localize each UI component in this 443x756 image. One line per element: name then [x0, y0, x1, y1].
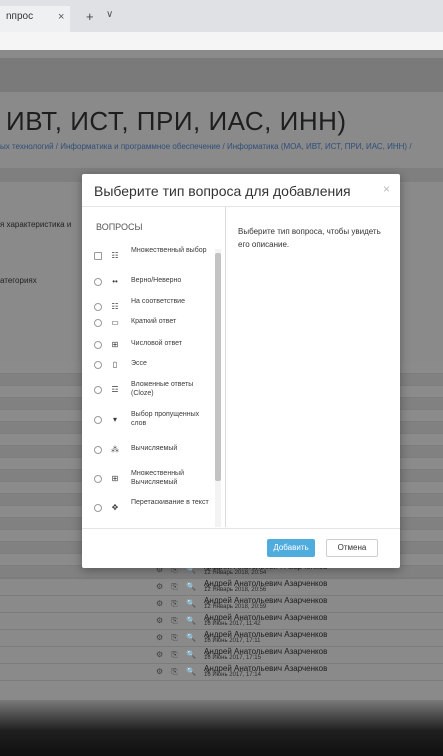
question-type-label: На соответствие: [131, 298, 185, 305]
question-type-radio[interactable]: [94, 475, 102, 483]
section-heading: ВОПРОСЫ: [96, 222, 143, 232]
modified-date: 16 Июнь 2017, 17:14: [204, 672, 261, 678]
question-type-label: Выбор пропущенных слов: [131, 411, 200, 427]
question-type-label: Эссе: [131, 360, 147, 367]
question-type-radio[interactable]: [94, 319, 102, 327]
table-row[interactable]: ⚙ ⎘ 🔍 ✕ Андрей Анатольевич Азарченков 16 И…: [0, 664, 443, 681]
tab-list-chevron-icon[interactable]: ∨: [106, 9, 113, 20]
question-type-radio[interactable]: [94, 303, 102, 311]
modified-date: 16 Июнь 2017, 11:42: [204, 621, 261, 627]
question-type-radio[interactable]: [94, 252, 102, 260]
question-type-icon: ⁂: [111, 445, 119, 454]
tab-title: nпрос: [6, 11, 34, 22]
close-icon[interactable]: ×: [383, 182, 390, 196]
question-type-radio[interactable]: [94, 386, 102, 394]
table-row[interactable]: ⚙ ⎘ 🔍 ✕ Андрей Анатольевич Азарченков 16 И…: [0, 630, 443, 647]
modified-date: 12 Январь 2018, 20:56: [204, 587, 267, 593]
type-description: Выберите тип вопроса, чтобы увидеть его …: [238, 227, 381, 249]
browser-tab[interactable]: nпрос ×: [0, 6, 70, 32]
question-type-radio[interactable]: [94, 278, 102, 286]
question-type-icon: ☲: [111, 385, 119, 394]
dialog-title: Выберите тип вопроса для добавления: [94, 183, 351, 199]
browser-toolbar: [0, 32, 443, 50]
question-type-label: Вложенные ответы (Cloze): [131, 381, 194, 397]
question-type-label: Верно/Неверно: [131, 277, 182, 284]
new-tab-icon[interactable]: +: [86, 9, 94, 24]
cancel-button[interactable]: Отмена: [326, 539, 378, 557]
question-type-radio[interactable]: [94, 504, 102, 512]
question-type-radio[interactable]: [94, 416, 102, 424]
dialog-footer: Добавить Отмена: [82, 528, 400, 569]
dialog-header: Выберите тип вопроса для добавления ×: [82, 174, 400, 207]
table-row[interactable]: ⚙ ⎘ 🔍 ✕ Андрей Анатольевич Азарченков 16 И…: [0, 613, 443, 630]
question-type-icon: ▾: [112, 415, 117, 424]
question-rows: ⚙ ⎘ 🔍 ✕Андрей Анатольевич Азарченков12 Я…: [0, 562, 443, 681]
table-row[interactable]: ⚙ ⎘ 🔍 ✕ Андрей Анатольевич Азарченков 16 И…: [0, 647, 443, 664]
modified-date: 16 Июнь 2017, 17:11: [204, 638, 261, 644]
question-type-icon: ••: [112, 277, 118, 286]
question-type-icon: ⊞: [111, 474, 119, 483]
modified-date: 16 Июнь 2017, 17:15: [204, 655, 261, 661]
question-type-radio[interactable]: [94, 446, 102, 454]
question-type-panel: ВОПРОСЫ ☷ Множественный выбор •• Верно/Неве…: [82, 207, 226, 527]
question-type-icon: ☷: [111, 251, 119, 260]
modified-date: 12 Январь 2018, 20:59: [204, 604, 267, 610]
screen-bottom-edge: [0, 700, 443, 756]
question-type-radio[interactable]: [94, 341, 102, 349]
question-type-label: Краткий ответ: [131, 318, 177, 325]
breadcrumb[interactable]: ых технологий / Информатика и программно…: [0, 142, 443, 151]
modified-date: 12 Январь 2018, 20:54: [204, 570, 267, 576]
tab-close-icon[interactable]: ×: [58, 6, 64, 28]
question-type-radio[interactable]: [94, 361, 102, 369]
question-type-label: Перетаскивание: [131, 526, 213, 527]
add-button[interactable]: Добавить: [267, 539, 315, 557]
table-row[interactable]: ⚙ ⎘ 🔍 ✕Андрей Анатольевич Азарченков12 Я…: [0, 579, 443, 596]
question-type-icon: ✥: [111, 503, 119, 512]
question-type-label: Множественный Вычисляемый: [131, 470, 184, 486]
side-label-characteristic: я характеристика и: [0, 220, 72, 229]
question-type-label: Вычисляемый: [131, 445, 178, 452]
question-type-label: Множественный выбор: [131, 247, 207, 254]
choose-question-type-dialog: Выберите тип вопроса для добавления × ВО…: [82, 174, 400, 568]
question-type-icon: ☷: [111, 302, 119, 311]
table-row[interactable]: ⚙ ⎘ 🔍 ✕Андрей Анатольевич Азарченков12 Я…: [0, 596, 443, 613]
scrollbar-thumb[interactable]: [215, 253, 221, 481]
page-navbar: [0, 58, 443, 92]
question-type-label: Числовой ответ: [131, 340, 182, 347]
course-title: ИВТ, ИСТ, ПРИ, ИАС, ИНН): [6, 106, 347, 136]
question-type-icon: ▯: [112, 360, 118, 369]
side-label-categories: атегориях: [0, 276, 37, 285]
question-type-label: Перетаскивание в текст: [131, 499, 209, 506]
browser-tab-bar: nпрос × + ∨: [0, 0, 443, 32]
question-type-icon: ⊞: [111, 340, 119, 349]
question-type-icon: ▭: [111, 318, 119, 327]
